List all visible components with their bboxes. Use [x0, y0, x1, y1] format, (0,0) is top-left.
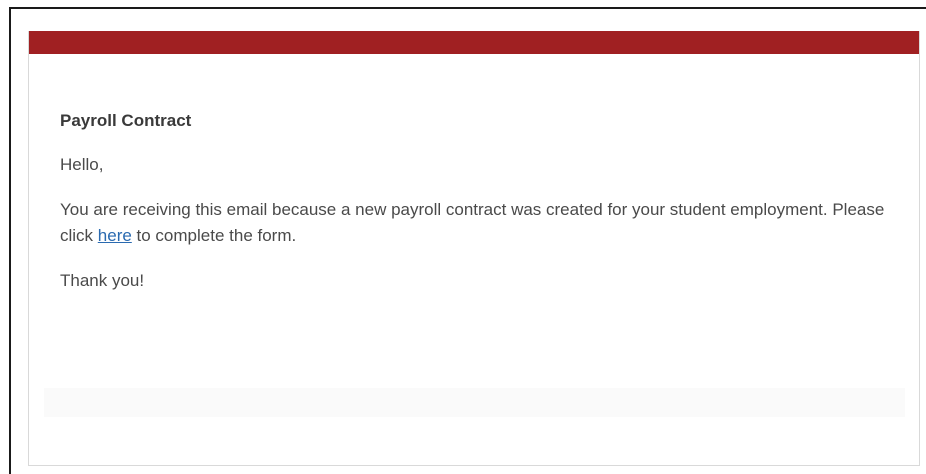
email-greeting: Hello, [60, 155, 104, 174]
email-header-bar [29, 31, 919, 54]
email-footer [44, 388, 905, 417]
email-closing: Thank you! [60, 271, 145, 290]
complete-form-link[interactable]: here [98, 226, 132, 245]
email-title: Payroll Contract [60, 111, 192, 130]
email-body: You are receiving this email because a n… [60, 197, 890, 249]
email-content: Payroll Contract Hello, You are receivin… [60, 109, 890, 313]
email-body-text-after-link: to complete the form. [131, 226, 297, 245]
email-card: Payroll Contract Hello, You are receivin… [28, 31, 920, 466]
